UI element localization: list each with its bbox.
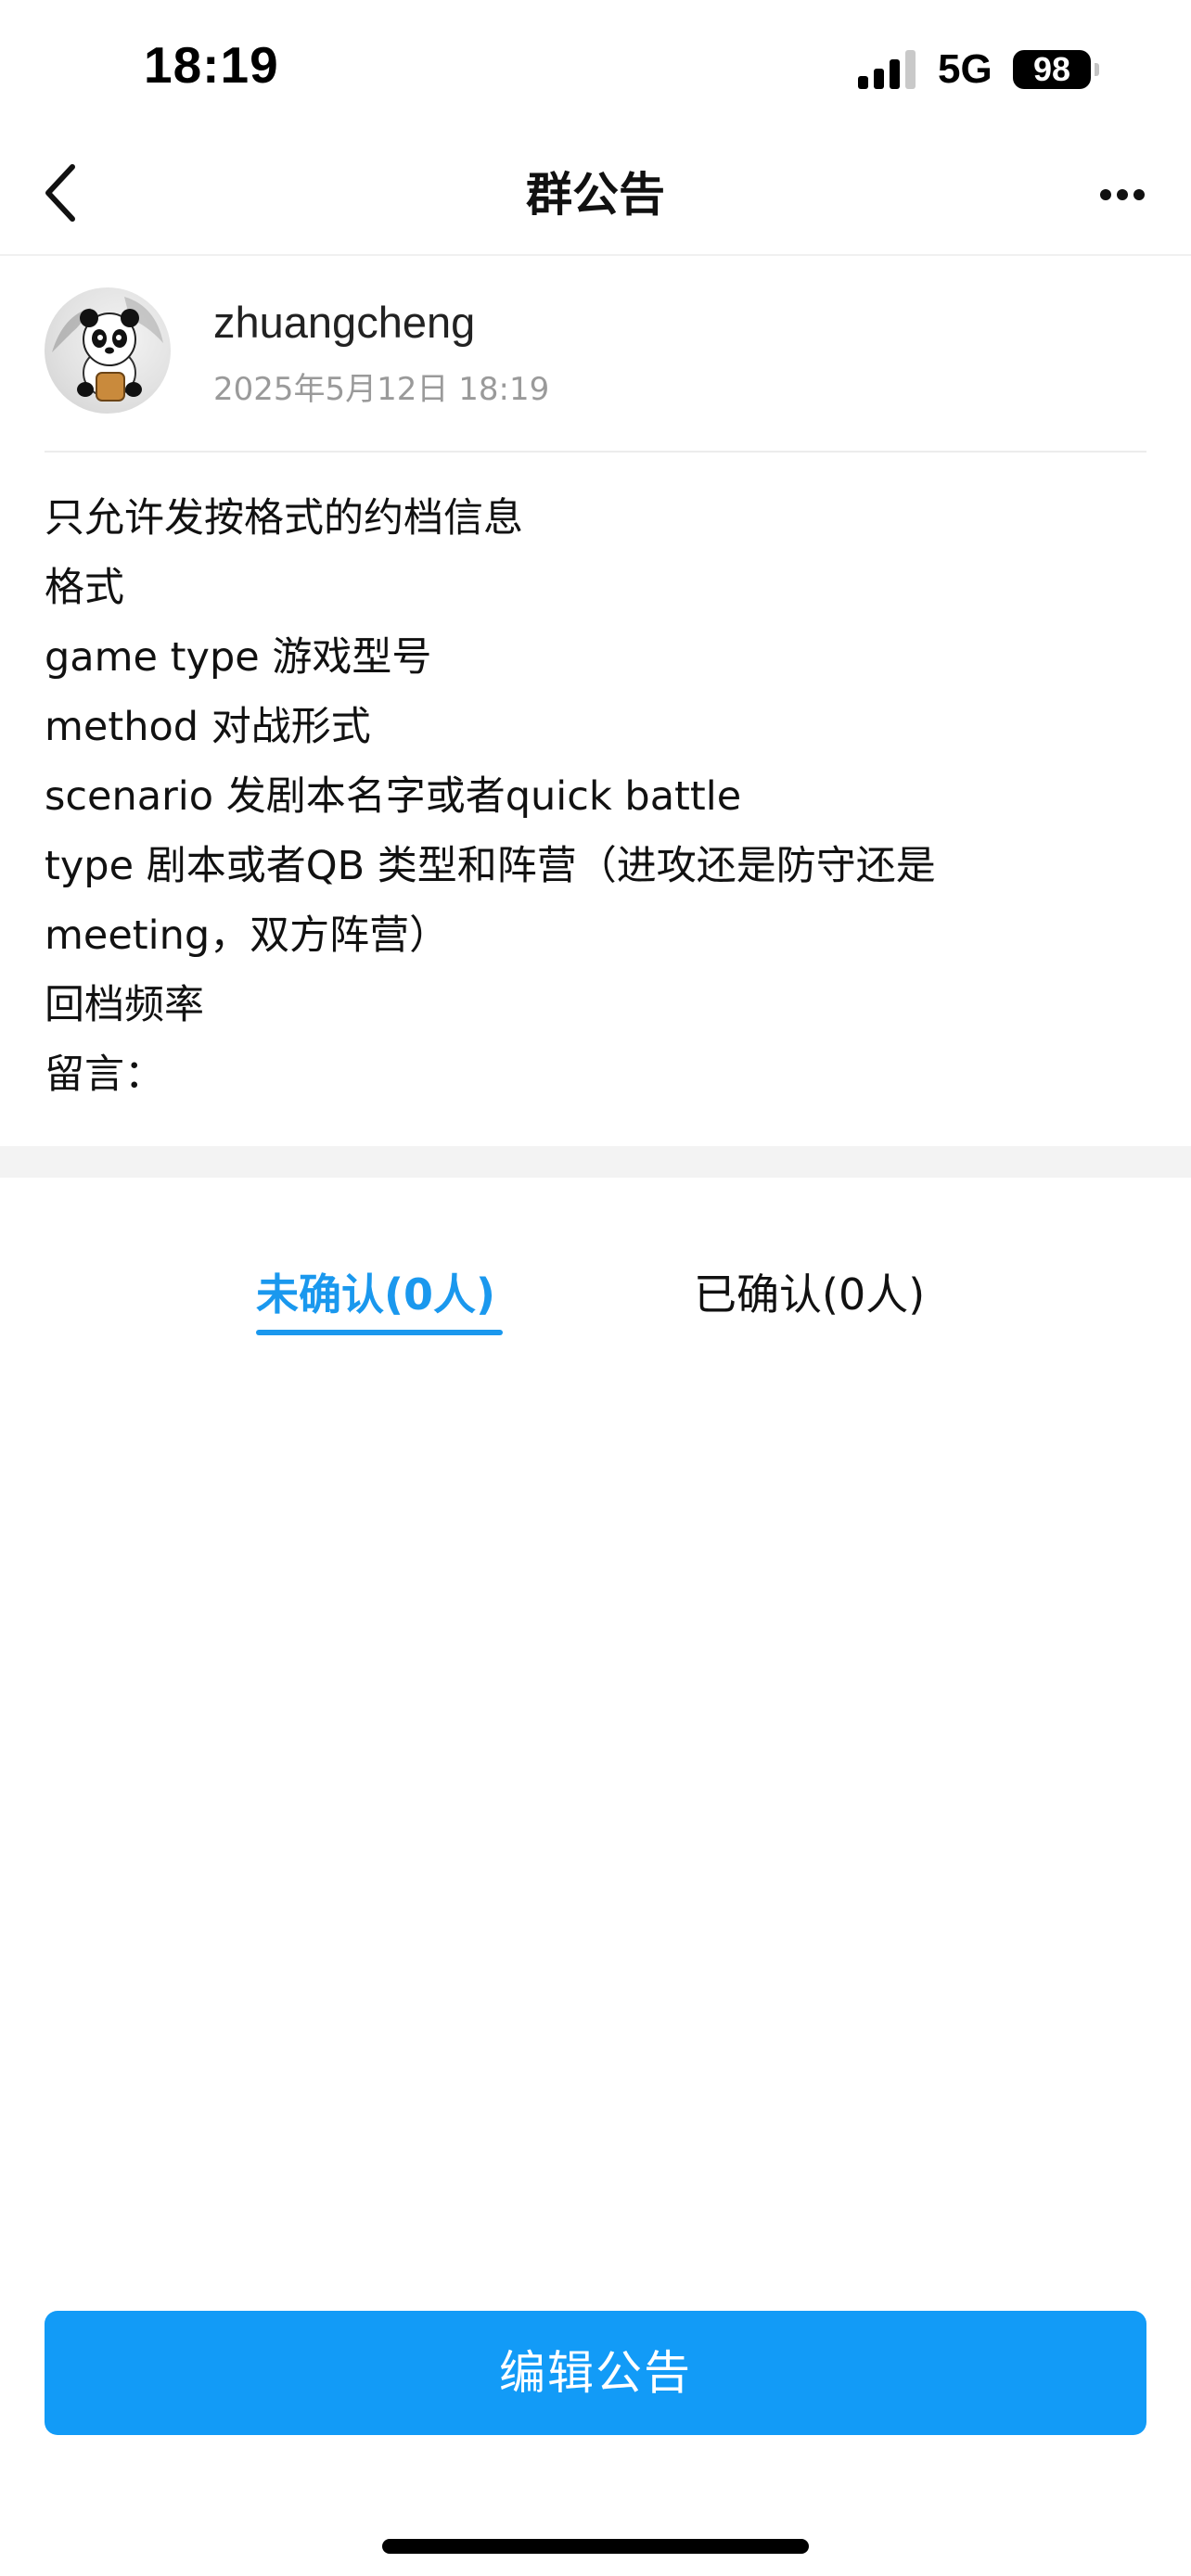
battery-icon: 98 (1013, 50, 1091, 89)
cellular-signal-icon (858, 48, 917, 89)
edit-announcement-button[interactable]: 编辑公告 (45, 2311, 1146, 2435)
announcement-line: 回档频率 (45, 982, 204, 1028)
announcement-line: meeting，双方阵营） (45, 912, 450, 959)
post-timestamp: 2025年5月12日 18:19 (213, 371, 550, 408)
battery-cap (1095, 63, 1099, 76)
page-title: 群公告 (526, 168, 665, 222)
more-icon-dot (1100, 189, 1111, 200)
announcement-line: 格式 (45, 565, 124, 611)
announcement-line: type 剧本或者QB 类型和阵营（进攻还是防守还是 (45, 843, 936, 889)
nav-bar: 群公告 (0, 130, 1191, 256)
battery-level: 98 (1032, 50, 1071, 88)
announcement-line: scenario 发剧本名字或者quick battle (45, 773, 742, 820)
more-icon-dot (1133, 189, 1145, 200)
tab-unconfirmed[interactable]: 未确认(0人) (256, 1261, 495, 1322)
tab-confirmed[interactable]: 已确认(0人) (694, 1261, 925, 1322)
status-time: 18:19 (144, 36, 279, 94)
home-indicator[interactable] (382, 2539, 809, 2554)
active-tab-indicator (256, 1330, 503, 1335)
panda-avatar-icon (52, 297, 163, 402)
network-type: 5G (938, 46, 992, 92)
author-info: zhuangcheng 2025年5月12日 18:19 (45, 287, 1146, 453)
author-name: zhuangcheng (213, 298, 476, 347)
announcement-body: 只允许发按格式的约档信息 格式 game type 游戏型号 method 对战… (45, 484, 1146, 1110)
announcement-line: 只允许发按格式的约档信息 (45, 495, 523, 542)
avatar[interactable] (45, 287, 171, 414)
announcement-line: game type 游戏型号 (45, 634, 432, 681)
announcement-line: method 对战形式 (45, 704, 371, 750)
section-divider (0, 1146, 1191, 1178)
status-bar: 18:19 5G 98 (0, 0, 1191, 130)
more-button[interactable] (1085, 167, 1159, 223)
more-icon-dot (1117, 189, 1128, 200)
announcement-line: 留言： (45, 1052, 164, 1098)
